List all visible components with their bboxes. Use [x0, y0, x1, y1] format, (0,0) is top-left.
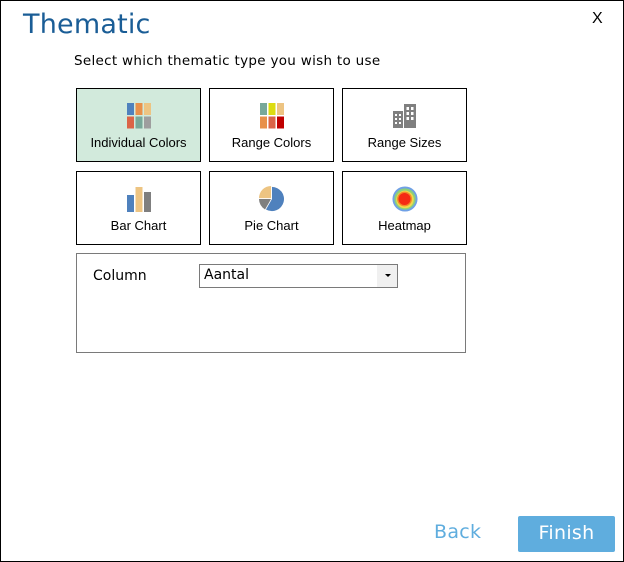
bar-chart-icon: [126, 187, 151, 212]
heatmap-icon: [391, 186, 418, 212]
column-select-value: Aantal: [204, 267, 249, 283]
dialog-title: Thematic: [23, 9, 151, 40]
tile-range-colors[interactable]: Range Colors: [209, 88, 334, 162]
tile-label: Heatmap: [378, 218, 431, 233]
close-button[interactable]: X: [592, 10, 603, 28]
individual-colors-icon: [126, 103, 151, 129]
options-panel: Column Aantal: [76, 253, 466, 353]
tile-label: Pie Chart: [244, 218, 299, 233]
range-colors-icon: [259, 103, 284, 129]
tile-label: Range Sizes: [367, 135, 442, 150]
tile-individual-colors[interactable]: Individual Colors: [76, 88, 201, 162]
instruction-text: Select which thematic type you wish to u…: [74, 53, 381, 69]
pie-chart-icon: [258, 186, 284, 212]
tile-heatmap[interactable]: Heatmap: [342, 171, 467, 245]
finish-button[interactable]: Finish: [518, 516, 615, 552]
tile-label: Individual Colors: [90, 135, 187, 150]
chevron-down-icon[interactable]: [377, 265, 397, 287]
tile-range-sizes[interactable]: Range Sizes: [342, 88, 467, 162]
tile-label: Range Colors: [231, 135, 312, 150]
thematic-dialog: Thematic X Select which thematic type yo…: [0, 0, 624, 562]
column-select[interactable]: Aantal: [199, 264, 398, 288]
tile-pie-chart[interactable]: Pie Chart: [209, 171, 334, 245]
back-button[interactable]: Back: [434, 521, 481, 543]
tile-bar-chart[interactable]: Bar Chart: [76, 171, 201, 245]
tile-label: Bar Chart: [110, 218, 167, 233]
range-sizes-icon: [392, 104, 416, 128]
column-label: Column: [93, 268, 147, 284]
